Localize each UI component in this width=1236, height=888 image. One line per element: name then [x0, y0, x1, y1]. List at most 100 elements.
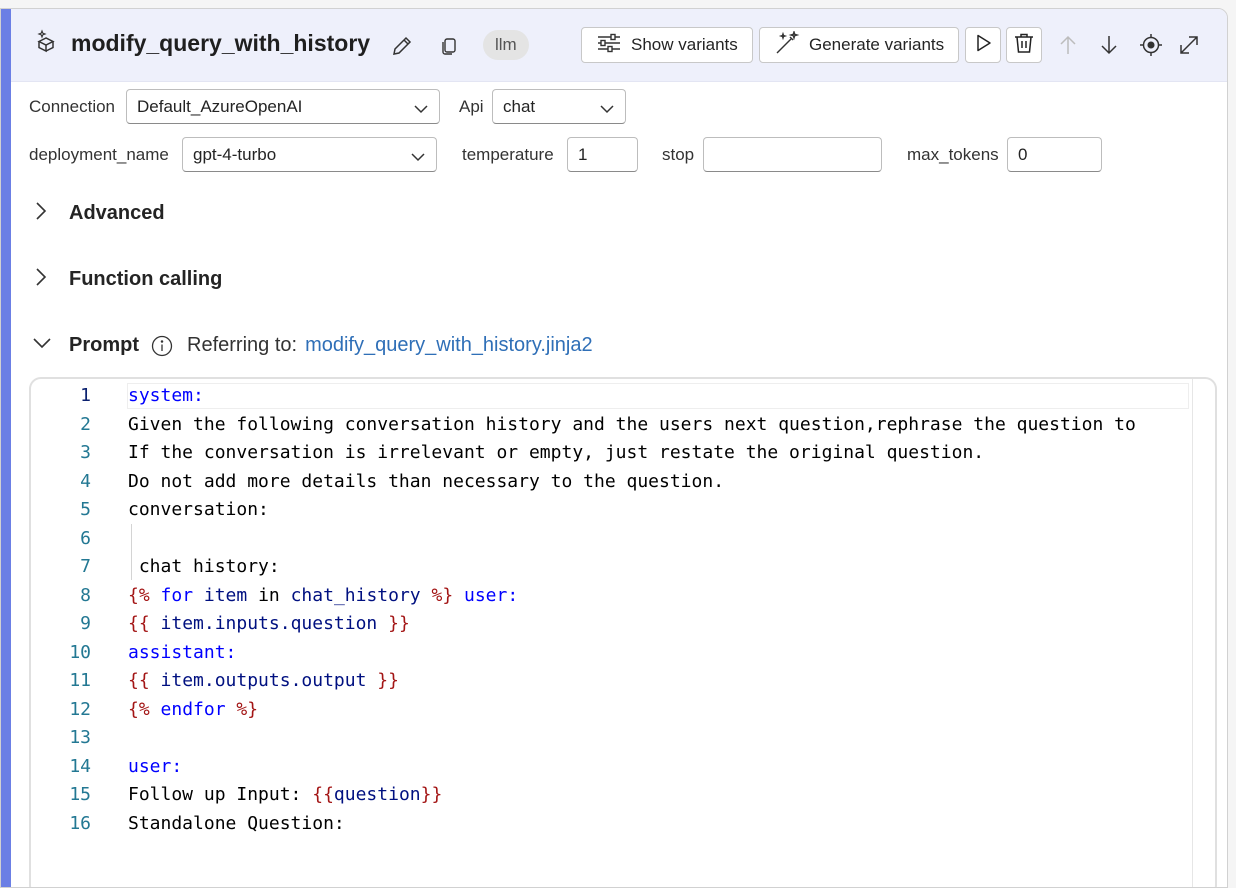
- code-line: 3 If the conversation is irrelevant or em…: [31, 439, 1215, 467]
- code-line: 2 Given the following conversation histor…: [31, 411, 1215, 439]
- show-variants-button[interactable]: Show variants: [581, 27, 753, 63]
- code-text: chat history:: [128, 553, 280, 581]
- chevron-down-icon: [413, 100, 429, 120]
- line-number: 3: [80, 442, 91, 463]
- target-icon[interactable]: [1138, 32, 1164, 58]
- connection-select[interactable]: Default_AzureOpenAI: [126, 89, 440, 124]
- code-token: Given the following conversation history…: [128, 413, 1136, 435]
- code-token: conversation:: [128, 499, 269, 520]
- code-token: for: [149, 584, 204, 606]
- code-text: {% for item in chat_history %} user:: [128, 582, 518, 610]
- copy-icon[interactable]: [437, 34, 461, 58]
- code-line: 13: [31, 724, 1215, 752]
- line-number: 7: [80, 556, 91, 577]
- code-line: 14 user:: [31, 753, 1215, 781]
- code-token: item.inputs.question: [149, 613, 389, 634]
- code-line: 9 {{ item.inputs.question }}: [31, 610, 1215, 638]
- code-line: 15 Follow up Input: {{question}}: [31, 781, 1215, 809]
- code-text: {% endfor %}: [128, 696, 258, 724]
- code-line: 11 {{ item.outputs.output }}: [31, 667, 1215, 695]
- code-line: 4 Do not add more details than necessary …: [31, 468, 1215, 496]
- code-token: item.outputs.output: [149, 670, 378, 691]
- sliders-icon: [596, 32, 622, 59]
- chevron-right-icon: [31, 199, 51, 228]
- max-tokens-input[interactable]: 0: [1007, 137, 1102, 172]
- node-title: modify_query_with_history: [71, 30, 371, 56]
- code-line: 7 chat history:: [31, 553, 1215, 581]
- line-number: 10: [69, 641, 91, 663]
- code-token: in: [247, 584, 291, 606]
- arrow-up-icon[interactable]: [1057, 33, 1079, 57]
- code-token: {%: [128, 584, 150, 606]
- code-token: endfor: [149, 698, 237, 720]
- line-number: 5: [80, 499, 91, 520]
- code-token: {{: [128, 670, 150, 691]
- referring-label: Referring to:: [187, 334, 298, 356]
- code-text: user:: [128, 753, 182, 781]
- function-calling-section-toggle[interactable]: Function calling: [31, 265, 222, 294]
- line-number: 13: [69, 727, 91, 748]
- line-number: 6: [80, 527, 91, 549]
- code-line: 6: [31, 525, 1215, 553]
- connection-label: Connection: [29, 97, 116, 116]
- code-text: {{ item.inputs.question }}: [128, 610, 410, 638]
- code-line: 12 {% endfor %}: [31, 696, 1215, 724]
- code-line: 8 {% for item in chat_history %} user:: [31, 582, 1215, 610]
- deployment-select[interactable]: gpt-4-turbo: [182, 137, 437, 172]
- line-number: 1: [80, 385, 91, 406]
- code-token: question: [333, 784, 421, 805]
- temperature-value: 1: [578, 144, 588, 164]
- code-text: Follow up Input: {{question}}: [128, 781, 442, 809]
- deployment-label: deployment_name: [29, 145, 169, 164]
- code-token: item: [203, 584, 248, 606]
- prompt-code-editor[interactable]: 1 system: 2 Given the following conversatio…: [29, 377, 1217, 887]
- prompt-file-link[interactable]: modify_query_with_history.jinja2: [305, 334, 593, 357]
- api-select[interactable]: chat: [492, 89, 626, 124]
- arrow-down-icon[interactable]: [1098, 33, 1120, 57]
- trash-icon: [1013, 32, 1035, 59]
- code-text: system:: [128, 382, 204, 410]
- chevron-down-icon[interactable]: [31, 331, 53, 360]
- line-number: 4: [80, 470, 91, 492]
- llm-node-card: modify_query_with_history llm Show varia…: [0, 8, 1228, 888]
- pencil-icon[interactable]: [389, 33, 415, 59]
- code-token: user:: [453, 584, 519, 606]
- line-number: 15: [69, 784, 91, 805]
- connection-value: Default_AzureOpenAI: [137, 96, 303, 116]
- code-token: }}: [420, 784, 443, 805]
- node-accent-bar: [1, 9, 11, 887]
- info-icon[interactable]: [151, 335, 173, 357]
- stop-input[interactable]: [703, 137, 882, 172]
- code-token: {%: [128, 698, 150, 720]
- max-tokens-value: 0: [1018, 144, 1028, 164]
- line-number: 11: [69, 670, 91, 691]
- delete-button[interactable]: [1006, 27, 1042, 63]
- deployment-value: gpt-4-turbo: [193, 144, 277, 164]
- code-token: {{: [312, 784, 334, 805]
- chevron-right-icon: [31, 265, 51, 294]
- node-type-badge: llm: [483, 30, 529, 60]
- line-number: 8: [80, 584, 91, 606]
- advanced-section-toggle[interactable]: Advanced: [31, 199, 165, 228]
- max-tokens-label: max_tokens: [907, 145, 999, 164]
- chevron-down-icon: [599, 100, 615, 120]
- code-token: Standalone Question:: [128, 812, 345, 834]
- api-label: Api: [459, 97, 484, 116]
- code-token: %}: [236, 698, 259, 720]
- code-token: system:: [128, 385, 204, 406]
- temperature-input[interactable]: 1: [567, 137, 638, 172]
- code-token: user:: [128, 755, 183, 777]
- run-button[interactable]: [965, 27, 1001, 63]
- generate-variants-button[interactable]: Generate variants: [759, 27, 959, 63]
- code-token: chat_history: [290, 584, 421, 606]
- expand-icon[interactable]: [1176, 32, 1202, 58]
- chevron-down-icon: [410, 148, 426, 168]
- code-token: }}: [388, 613, 410, 634]
- function-calling-title: Function calling: [69, 268, 223, 290]
- code-token: {{: [128, 613, 150, 634]
- advanced-title: Advanced: [69, 202, 165, 224]
- code-text: Given the following conversation history…: [128, 411, 1136, 439]
- code-token: }}: [377, 670, 399, 691]
- code-text: If the conversation is irrelevant or emp…: [128, 439, 984, 467]
- code-text: Do not add more details than necessary t…: [128, 468, 724, 496]
